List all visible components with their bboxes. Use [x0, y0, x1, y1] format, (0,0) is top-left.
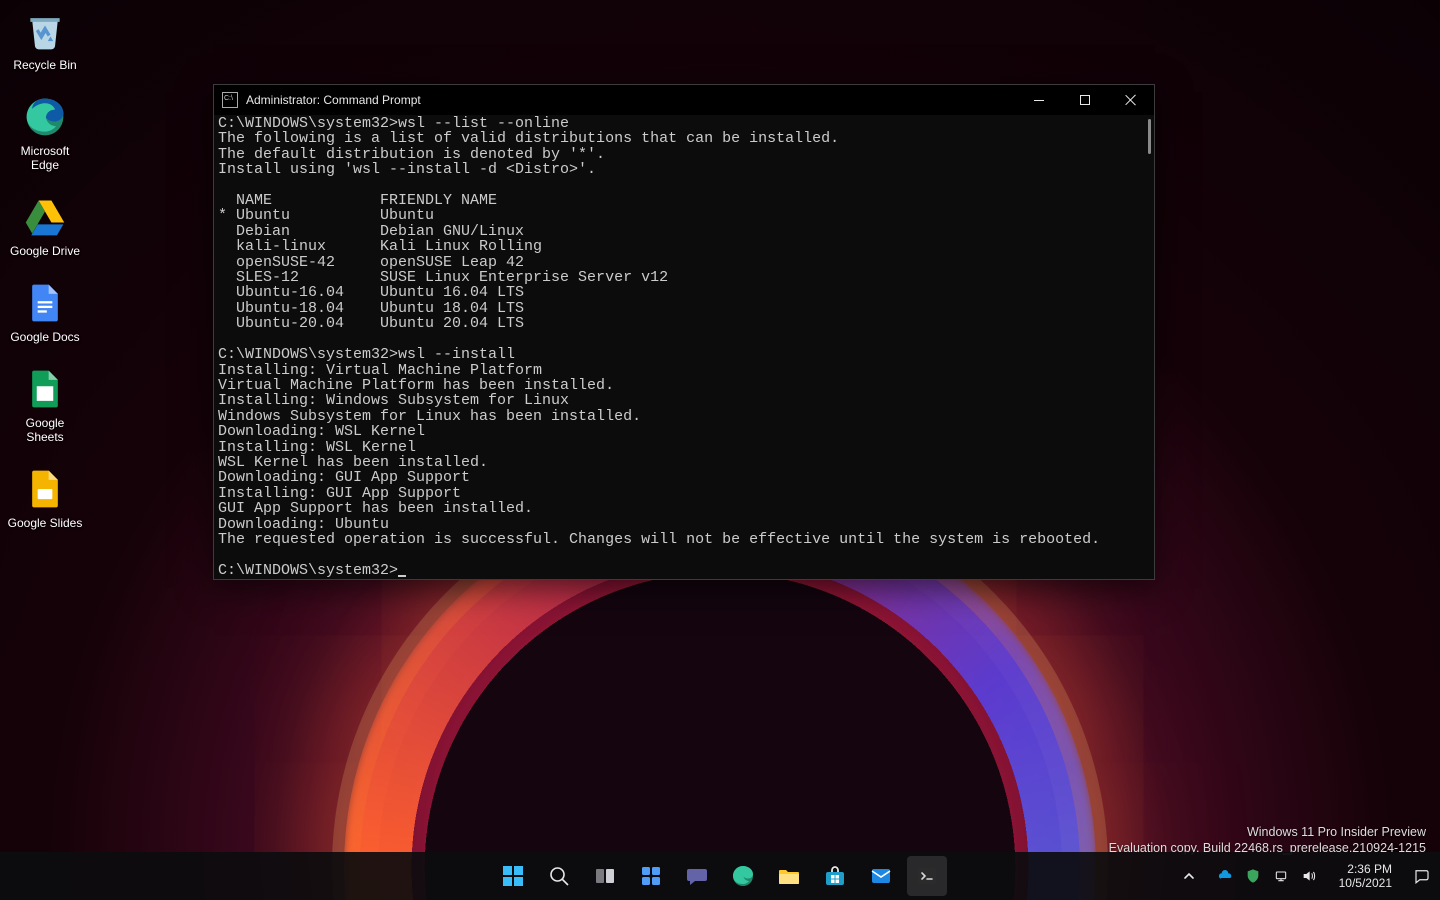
- notification-icon: [1413, 867, 1431, 885]
- maximize-icon: [1080, 95, 1090, 105]
- notifications-button[interactable]: [1410, 864, 1434, 888]
- minimize-icon: [1034, 100, 1044, 101]
- desktop-icon-google-slides[interactable]: Google Slides: [6, 466, 84, 530]
- tray-status-icons[interactable]: [1211, 856, 1323, 896]
- network-icon: [1273, 868, 1289, 884]
- desktop-icon-label: Google Sheets: [6, 416, 84, 444]
- desktop-icon-label: Recycle Bin: [6, 58, 84, 72]
- desktop-icon-label: Microsoft Edge: [6, 144, 84, 172]
- microsoft-store-button[interactable]: [815, 856, 855, 896]
- desktop-icon-label: Google Docs: [6, 330, 84, 344]
- window-titlebar[interactable]: Administrator: Command Prompt: [214, 85, 1154, 115]
- edge-icon: [22, 94, 68, 140]
- minimize-button[interactable]: [1016, 85, 1062, 115]
- system-tray: 2:36 PM 10/5/2021: [1177, 852, 1434, 900]
- chevron-up-icon: [1183, 870, 1195, 882]
- desktop-icon-label: Google Slides: [6, 516, 84, 530]
- task-view-button[interactable]: [585, 856, 625, 896]
- close-button[interactable]: [1108, 85, 1154, 115]
- tray-overflow-button[interactable]: [1177, 856, 1201, 896]
- shield-icon: [1245, 868, 1261, 884]
- desktop-icon-label: Google Drive: [6, 244, 84, 258]
- window-title: Administrator: Command Prompt: [246, 93, 421, 107]
- mail-button[interactable]: [861, 856, 901, 896]
- file-explorer-button[interactable]: [769, 856, 809, 896]
- edge-taskbar-button[interactable]: [723, 856, 763, 896]
- clock-button[interactable]: 2:36 PM 10/5/2021: [1333, 856, 1400, 896]
- taskbar: 2:36 PM 10/5/2021: [0, 852, 1440, 900]
- cmd-icon: [222, 92, 238, 108]
- google-slides-icon: [22, 466, 68, 512]
- taskbar-center: [493, 852, 947, 900]
- onedrive-icon: [1217, 868, 1233, 884]
- google-sheets-icon: [22, 366, 68, 412]
- close-icon: [1125, 94, 1137, 106]
- desktop-icons-column: Recycle Bin Microsoft Edge Google Drive …: [6, 8, 90, 552]
- desktop-icon-recycle-bin[interactable]: Recycle Bin: [6, 8, 84, 72]
- clock-time: 2:36 PM: [1339, 862, 1392, 876]
- widgets-button[interactable]: [631, 856, 671, 896]
- clock-date: 10/5/2021: [1339, 876, 1392, 890]
- terminal-cursor: [398, 575, 406, 577]
- maximize-button[interactable]: [1062, 85, 1108, 115]
- desktop-icon-google-sheets[interactable]: Google Sheets: [6, 366, 84, 444]
- desktop-icon-microsoft-edge[interactable]: Microsoft Edge: [6, 94, 84, 172]
- google-docs-icon: [22, 280, 68, 326]
- command-prompt-window[interactable]: Administrator: Command Prompt C:\WINDOWS…: [213, 84, 1155, 580]
- desktop-icon-google-docs[interactable]: Google Docs: [6, 280, 84, 344]
- speaker-icon: [1301, 868, 1317, 884]
- terminal-output[interactable]: C:\WINDOWS\system32>wsl --list --online …: [216, 116, 1152, 577]
- google-drive-icon: [22, 194, 68, 240]
- search-button[interactable]: [539, 856, 579, 896]
- recycle-bin-icon: [22, 8, 68, 54]
- watermark-line1: Windows 11 Pro Insider Preview: [1109, 824, 1426, 840]
- terminal-taskbar-button[interactable]: [907, 856, 947, 896]
- start-button[interactable]: [493, 856, 533, 896]
- chat-button[interactable]: [677, 856, 717, 896]
- desktop-icon-google-drive[interactable]: Google Drive: [6, 194, 84, 258]
